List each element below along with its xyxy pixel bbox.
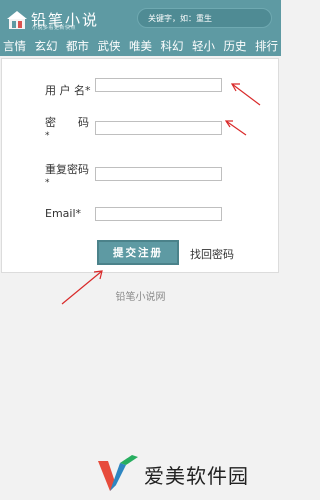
username-field[interactable] [95, 78, 222, 92]
confirm-password-field[interactable] [95, 167, 222, 181]
page: 铅笔小说 小说多看更新快点 关键字，如：重生 言情 玄幻 都市 武侠 唯美 科幻… [0, 0, 281, 500]
nav-item-ranking[interactable]: 排行 [255, 36, 278, 56]
category-nav: 言情 玄幻 都市 武侠 唯美 科幻 轻小 历史 排行 [0, 36, 281, 56]
email-field[interactable] [95, 207, 222, 221]
password-label: 密 码 [45, 116, 89, 129]
nav-item-light-novel[interactable]: 轻小 [192, 36, 215, 56]
nav-item-scifi[interactable]: 科幻 [161, 36, 184, 56]
forgot-password-link[interactable]: 找回密码 [190, 246, 234, 262]
watermark: 爱美软件园 [96, 455, 249, 493]
register-form: 用 户 名* 密 码 * 重复密码 * Email* 提交注册 找回密码 [1, 58, 279, 273]
submit-register-button[interactable]: 提交注册 [97, 240, 179, 265]
nav-item-romance[interactable]: 言情 [3, 36, 26, 56]
search-placeholder: 关键字，如：重生 [148, 13, 212, 23]
email-label: Email* [45, 207, 82, 220]
username-label: 用 户 名* [45, 84, 91, 97]
confirm-required-mark: * [45, 178, 50, 188]
confirm-password-label: 重复密码 [45, 163, 89, 176]
house-book-icon [7, 11, 27, 29]
site-name: 铅笔小说网 [115, 292, 166, 303]
header: 铅笔小说 小说多看更新快点 关键字，如：重生 言情 玄幻 都市 武侠 唯美 科幻… [0, 0, 281, 56]
search-input[interactable]: 关键字，如：重生 [137, 8, 272, 28]
nav-item-wuxia[interactable]: 武侠 [98, 36, 121, 56]
watermark-text: 爱美软件园 [144, 463, 249, 488]
nav-item-fantasy[interactable]: 玄幻 [35, 36, 58, 56]
logo-subtitle: 小说多看更新快点 [32, 25, 77, 31]
password-field[interactable] [95, 121, 222, 135]
watermark-logo-icon [98, 455, 138, 491]
nav-item-aesthetic[interactable]: 唯美 [129, 36, 152, 56]
nav-item-history[interactable]: 历史 [224, 36, 247, 56]
nav-item-urban[interactable]: 都市 [66, 36, 89, 56]
password-required-mark: * [45, 131, 50, 141]
